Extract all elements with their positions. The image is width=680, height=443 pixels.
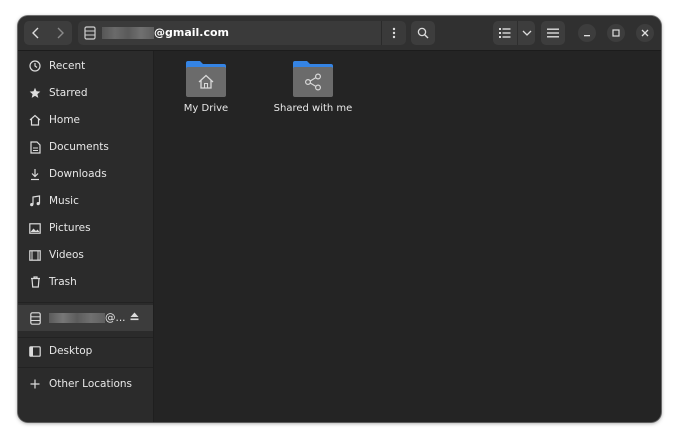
sidebar-separator	[18, 337, 153, 338]
sidebar-item-pictures[interactable]: Pictures	[18, 216, 153, 240]
picture-icon	[28, 222, 42, 234]
drive-icon	[84, 26, 96, 40]
close-button[interactable]	[636, 24, 654, 42]
sidebar-item-other-locations[interactable]: Other Locations	[18, 372, 153, 396]
sidebar-item-label: Desktop	[49, 345, 93, 357]
sidebar-item-label: Trash	[49, 276, 77, 288]
sidebar-item-label: Videos	[49, 249, 84, 261]
hamburger-icon	[547, 28, 559, 38]
headerbar: @gmail.com	[18, 16, 661, 51]
sidebar-item-label: Music	[49, 195, 79, 207]
folder-item-shared-with-me[interactable]: Shared with me	[271, 60, 355, 115]
plus-icon	[28, 379, 42, 389]
chevron-right-icon	[57, 27, 64, 39]
desktop-icon	[28, 345, 42, 357]
location-menu-button[interactable]	[381, 21, 406, 45]
sidebar-separator	[18, 367, 153, 368]
sidebar-item-recent[interactable]: Recent	[18, 54, 153, 78]
minimize-icon	[584, 35, 590, 37]
location-bar[interactable]: @gmail.com	[78, 21, 406, 45]
file-manager-window: @gmail.com Recent Starred Home Documents…	[18, 16, 661, 422]
back-button[interactable]	[24, 21, 48, 45]
sidebar-item-music[interactable]: Music	[18, 189, 153, 213]
download-icon	[28, 168, 42, 181]
sidebar-item-label: Other Locations	[49, 378, 133, 390]
sidebar: Recent Starred Home Documents Downloads	[18, 51, 154, 422]
chevron-left-icon	[32, 27, 39, 39]
folder-label: Shared with me	[273, 103, 353, 114]
sidebar-item-documents[interactable]: Documents	[18, 135, 153, 159]
eject-icon[interactable]	[130, 312, 139, 324]
music-icon	[28, 195, 42, 207]
minimize-button[interactable]	[578, 24, 596, 42]
view-options-dropdown[interactable]	[517, 21, 536, 45]
clock-icon	[28, 60, 42, 72]
star-icon	[28, 87, 42, 99]
sidebar-item-label: Downloads	[49, 168, 107, 180]
sidebar-item-videos[interactable]: Videos	[18, 243, 153, 267]
folder-item-my-drive[interactable]: My Drive	[164, 60, 248, 115]
redacted-account-name	[102, 27, 154, 39]
sidebar-item-home[interactable]: Home	[18, 108, 153, 132]
maximize-icon	[612, 29, 620, 37]
sidebar-item-label: Home	[49, 114, 81, 126]
sidebar-item-label: Documents	[49, 141, 109, 153]
sidebar-item-label: Pictures	[49, 222, 91, 234]
list-view-button[interactable]	[493, 21, 517, 45]
folder-home-icon	[186, 61, 226, 97]
sidebar-item-desktop[interactable]: Desktop	[18, 339, 153, 363]
sidebar-item-starred[interactable]: Starred	[18, 81, 153, 105]
file-view: My Drive Shared with me	[154, 51, 661, 422]
search-button[interactable]	[411, 21, 435, 45]
list-view-icon	[499, 28, 511, 38]
sidebar-item-trash[interactable]: Trash	[18, 270, 153, 294]
trash-icon	[28, 276, 42, 288]
forward-button[interactable]	[48, 21, 72, 45]
drive-icon	[28, 311, 42, 325]
main-menu-button[interactable]	[541, 21, 565, 45]
maximize-button[interactable]	[607, 24, 625, 42]
redacted-account-name	[49, 313, 105, 323]
folder-shared-icon	[293, 61, 333, 97]
folder-label: My Drive	[183, 103, 229, 114]
sidebar-item-label: Starred	[49, 87, 88, 99]
video-icon	[28, 249, 42, 261]
sidebar-item-label: Recent	[49, 60, 86, 72]
location-label: @gmail.com	[154, 26, 230, 39]
search-icon	[417, 27, 429, 39]
chevron-down-icon	[522, 30, 532, 36]
vertical-dots-icon	[392, 27, 396, 39]
sidebar-item-downloads[interactable]: Downloads	[18, 162, 153, 186]
document-icon	[28, 140, 42, 154]
home-icon	[28, 114, 42, 126]
sidebar-item-google-account[interactable]: @...	[18, 305, 153, 331]
sidebar-separator	[18, 302, 153, 303]
sidebar-item-label: @...	[105, 312, 126, 324]
close-icon	[641, 29, 649, 37]
